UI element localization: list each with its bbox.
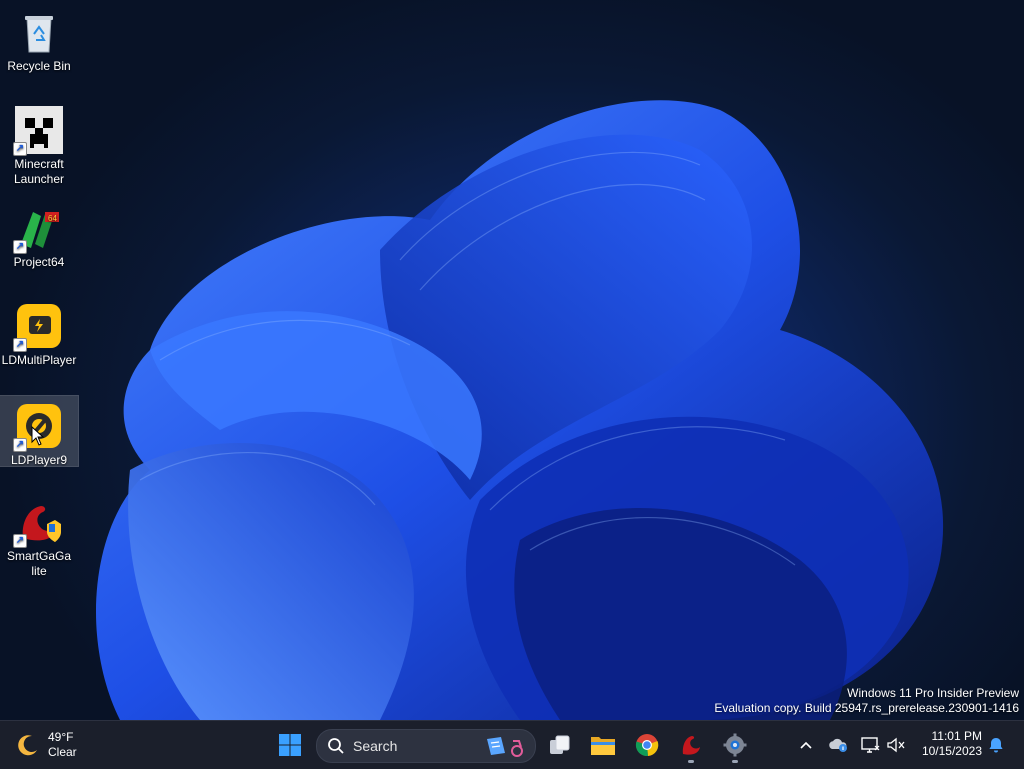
running-indicator [688,760,694,763]
notification-center-button[interactable] [986,735,1006,755]
desktop-icon-label: Recycle Bin [7,59,71,73]
volume-muted-icon [887,737,905,753]
watermark-line-2: Evaluation copy. Build 25947.rs_prerelea… [714,701,1019,715]
shortcut-arrow-icon: ↗ [13,240,27,254]
shortcut-arrow-icon: ↗ [13,438,27,452]
settings-icon [723,733,747,757]
search-icon [328,738,344,754]
taskbar: 49°F Clear Search 11:01 PM 10/15/2023 [0,720,1024,769]
onedrive-icon [829,738,847,752]
shortcut-arrow-icon: ↗ [13,142,27,156]
file-explorer-icon [591,737,615,755]
desktop-icon-minecraft-launcher[interactable]: ↗ Minecraft Launcher [0,100,78,188]
show-hidden-icons-button[interactable] [796,735,816,755]
search-placeholder: Search [353,738,398,754]
chrome-icon [635,734,659,757]
mouse-cursor-icon [31,426,45,446]
desktop-icon-label: Project64 [13,255,65,269]
settings-button[interactable] [715,725,755,765]
desktop-icon-recycle-bin[interactable]: Recycle Bin [0,2,78,74]
clock-time: 11:01 PM [931,729,982,743]
chevron-up-icon [800,741,812,749]
smartgaga-icon: ↗ [13,498,63,548]
smartgaga-icon [682,736,700,755]
minecraft-icon: ↗ [13,106,63,156]
svg-text:64: 64 [48,214,57,223]
wallpaper-bloom [96,100,944,720]
desktop[interactable]: Recycle Bin ↗ Minecraft Launcher 64 ↗ Pr… [0,0,1024,720]
onedrive-tray-button[interactable] [828,735,848,755]
desktop-icon-label: Minecraft Launcher [13,157,65,186]
evaluation-watermark: Windows 11 Pro Insider Preview Evaluatio… [714,686,1019,716]
weather-temperature: 49°F [48,730,74,744]
ldplayer-icon: ↗ [13,402,63,452]
file-explorer-button[interactable] [583,725,623,765]
desktop-icon-label: LDMultiPlayer [1,353,77,367]
desktop-icon-ldmultiplayer[interactable]: ↗ LDMultiPlayer [0,296,78,368]
shortcut-arrow-icon: ↗ [13,338,27,352]
network-tray-button[interactable] [860,735,880,755]
network-icon [861,737,880,753]
smartgaga-taskbar-button[interactable] [671,725,711,765]
desktop-icon-label: SmartGaGa lite [6,549,72,578]
desktop-icon-label: LDPlayer9 [10,453,68,467]
desktop-icon-smartgaga-lite[interactable]: ↗ SmartGaGa lite [0,492,78,580]
chrome-button[interactable] [627,725,667,765]
start-icon [279,734,301,756]
moon-icon [18,735,37,756]
project64-icon: 64 ↗ [13,204,63,254]
desktop-icon-project64[interactable]: 64 ↗ Project64 [0,198,78,270]
watermark-line-1: Windows 11 Pro Insider Preview [847,686,1019,700]
recycle-bin-icon [15,8,63,56]
task-view-button[interactable] [540,725,580,765]
shortcut-arrow-icon: ↗ [13,534,27,548]
clock-date: 10/15/2023 [921,744,982,758]
bell-icon [989,738,1003,753]
ldmultiplayer-icon: ↗ [13,302,63,352]
search-highlight-icon [487,737,523,757]
weather-condition: Clear [48,745,77,759]
running-indicator [732,760,738,763]
volume-tray-button[interactable] [886,735,906,755]
start-button[interactable] [270,725,310,765]
taskbar-clock[interactable]: 11:01 PM 10/15/2023 [918,729,982,759]
weather-widget[interactable]: 49°F Clear [16,727,77,763]
taskbar-search-box[interactable]: Search [316,729,536,763]
task-view-icon [550,735,570,754]
desktop-icon-ldplayer9[interactable]: ↗ LDPlayer9 [0,395,79,467]
